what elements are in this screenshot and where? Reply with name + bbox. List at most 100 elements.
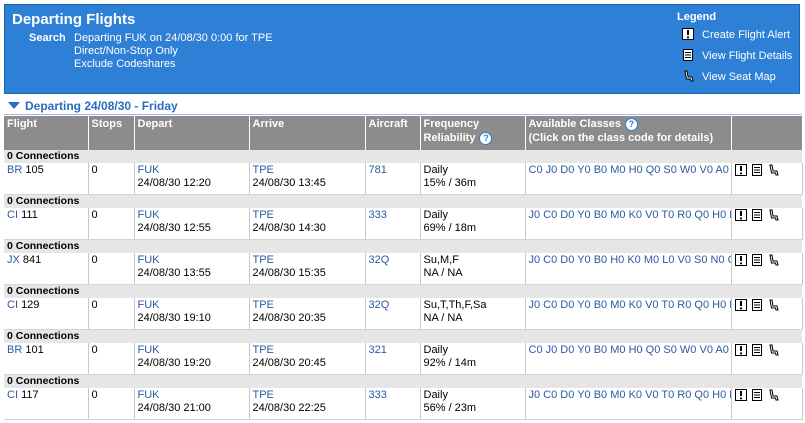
reliability: 69% / 18m xyxy=(423,222,477,234)
seat-icon[interactable] xyxy=(767,299,779,311)
stops-cell: 0 xyxy=(88,253,135,285)
table-row: BR 105 0 FUK 24/08/30 12:20 TPE 24/08/30 1… xyxy=(4,163,803,195)
frequency: Daily xyxy=(423,344,448,356)
alert-icon[interactable] xyxy=(734,389,747,402)
depart-cell: FUK 24/08/30 19:10 xyxy=(134,298,250,330)
legend-title: Legend xyxy=(677,11,717,23)
alert-icon[interactable] xyxy=(734,344,747,357)
airline-link[interactable]: BR xyxy=(7,344,22,356)
search-criteria-line: Exclude Codeshares xyxy=(74,58,176,70)
classes-cell[interactable]: J0 C0 D0 Y0 B0 M0 K0 V0 T0 R0 Q0 H0 N0 L… xyxy=(525,388,732,420)
details-icon[interactable] xyxy=(751,299,763,312)
flight-number: 111 xyxy=(21,209,38,221)
table-row: CI 117 0 FUK 24/08/30 21:00 TPE 24/08/30 2… xyxy=(4,388,803,420)
seat-icon[interactable] xyxy=(767,209,779,221)
arrive-cell: TPE 24/08/30 14:30 xyxy=(249,208,366,240)
col-actions xyxy=(731,116,803,150)
frequency: Su,T,Th,F,Sa xyxy=(423,299,487,311)
classes-cell[interactable]: C0 J0 D0 Y0 B0 M0 H0 Q0 S0 W0 V0 A0 xyxy=(525,163,732,195)
reliability: 92% / 14m xyxy=(423,357,477,369)
aircraft-link[interactable]: 781 xyxy=(369,164,387,176)
arrive-cell: TPE 24/08/30 20:35 xyxy=(249,298,366,330)
stops-cell: 0 xyxy=(88,163,135,195)
col-arrive: Arrive xyxy=(249,116,366,150)
col-depart: Depart xyxy=(134,116,250,150)
arrive-time: 24/08/30 14:30 xyxy=(252,222,326,234)
arrive-airport-link[interactable]: TPE xyxy=(253,254,362,267)
depart-airport-link[interactable]: FUK xyxy=(138,254,246,267)
legend-view-seat-map[interactable]: View Seat Map xyxy=(682,70,776,83)
arrive-airport-link[interactable]: TPE xyxy=(253,344,362,357)
aircraft-cell: 321 xyxy=(365,343,421,375)
details-icon[interactable] xyxy=(751,164,763,177)
seat-icon[interactable] xyxy=(767,344,779,356)
classes-cell[interactable]: J0 C0 D0 Y0 B0 M0 K0 V0 T0 R0 Q0 H0 N0 L… xyxy=(525,298,732,330)
reliability: NA / NA xyxy=(423,267,463,279)
depart-cell: FUK 24/08/30 13:55 xyxy=(134,253,250,285)
depart-airport-link[interactable]: FUK xyxy=(138,164,246,177)
connections-label: 0 Connections xyxy=(4,239,802,253)
alert-icon[interactable] xyxy=(734,209,747,222)
alert-icon[interactable] xyxy=(734,254,747,267)
flight-number: 129 xyxy=(21,299,40,311)
airline-link[interactable]: BR xyxy=(7,164,22,176)
details-icon[interactable] xyxy=(751,254,763,267)
col-classes: Available Classes? (Click on the class co… xyxy=(525,116,732,150)
aircraft-link[interactable]: 32Q xyxy=(369,299,390,311)
flight-cell: BR 101 xyxy=(4,343,89,375)
seat-icon[interactable] xyxy=(767,389,779,401)
aircraft-link[interactable]: 321 xyxy=(369,344,387,356)
aircraft-link[interactable]: 333 xyxy=(369,209,387,221)
actions-cell xyxy=(731,298,803,330)
legend-create-flight-alert[interactable]: Create Flight Alert xyxy=(682,28,790,41)
help-icon[interactable]: ? xyxy=(625,118,639,131)
depart-time: 24/08/30 19:10 xyxy=(137,312,211,324)
date-section-toggle[interactable]: Departing 24/08/30 - Friday xyxy=(8,99,178,113)
frequency-cell: Daily 92% / 14m xyxy=(420,343,526,375)
alert-icon[interactable] xyxy=(734,164,747,177)
col-aircraft: Aircraft xyxy=(365,116,421,150)
depart-airport-link[interactable]: FUK xyxy=(138,209,246,222)
collapse-triangle-icon xyxy=(8,102,20,109)
connections-label: 0 Connections xyxy=(4,284,802,298)
alert-icon[interactable] xyxy=(734,299,747,312)
classes-cell[interactable]: J0 C0 D0 Y0 B0 M0 K0 V0 T0 R0 Q0 H0 N0 L… xyxy=(525,208,732,240)
legend-view-flight-details[interactable]: View Flight Details xyxy=(682,49,792,62)
arrive-airport-link[interactable]: TPE xyxy=(253,389,362,402)
arrive-time: 24/08/30 22:25 xyxy=(252,402,326,414)
arrive-airport-link[interactable]: TPE xyxy=(253,209,362,222)
depart-time: 24/08/30 21:00 xyxy=(137,402,211,414)
flight-cell: CI 129 xyxy=(4,298,89,330)
details-icon[interactable] xyxy=(751,209,763,222)
frequency: Daily xyxy=(423,164,448,176)
frequency-cell: Su,T,Th,F,Sa NA / NA xyxy=(420,298,526,330)
details-icon[interactable] xyxy=(751,344,763,357)
seat-icon[interactable] xyxy=(767,164,779,176)
flight-number: 101 xyxy=(25,344,44,356)
arrive-airport-link[interactable]: TPE xyxy=(253,299,362,312)
seat-icon[interactable] xyxy=(767,254,779,266)
search-criteria-line: Direct/Non-Stop Only xyxy=(74,45,178,57)
depart-airport-link[interactable]: FUK xyxy=(138,389,246,402)
arrive-time: 24/08/30 20:45 xyxy=(252,357,326,369)
classes-cell[interactable]: C0 J0 D0 Y0 B0 M0 H0 Q0 S0 W0 V0 A0 xyxy=(525,343,732,375)
airline-link[interactable]: JX xyxy=(7,254,20,266)
frequency: Daily xyxy=(423,209,448,221)
classes-cell[interactable]: J0 C0 D0 Y0 B0 H0 K0 M0 L0 V0 S0 N0 Q0 xyxy=(525,253,732,285)
aircraft-link[interactable]: 333 xyxy=(369,389,387,401)
stops-cell: 0 xyxy=(88,388,135,420)
arrive-airport-link[interactable]: TPE xyxy=(253,164,362,177)
arrive-cell: TPE 24/08/30 15:35 xyxy=(249,253,366,285)
aircraft-cell: 333 xyxy=(365,208,421,240)
help-icon[interactable]: ? xyxy=(479,132,493,145)
aircraft-link[interactable]: 32Q xyxy=(369,254,390,266)
depart-airport-link[interactable]: FUK xyxy=(138,344,246,357)
details-icon[interactable] xyxy=(751,389,763,402)
airline-link[interactable]: CI xyxy=(7,209,18,221)
depart-airport-link[interactable]: FUK xyxy=(138,299,246,312)
aircraft-cell: 333 xyxy=(365,388,421,420)
connections-label: 0 Connections xyxy=(4,374,802,388)
frequency: Daily xyxy=(423,389,448,401)
airline-link[interactable]: CI xyxy=(7,389,18,401)
airline-link[interactable]: CI xyxy=(7,299,18,311)
